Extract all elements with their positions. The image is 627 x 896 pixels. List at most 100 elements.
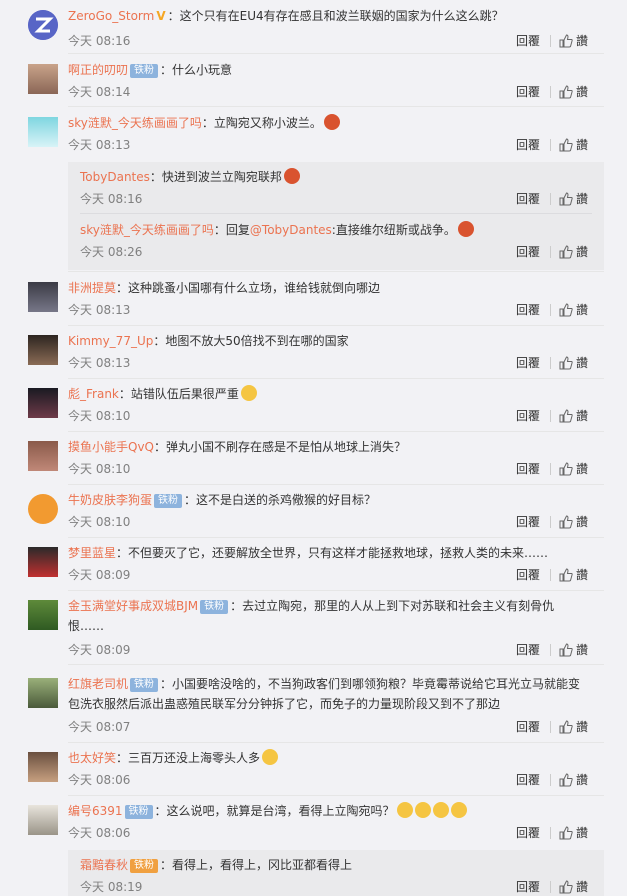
timestamp: 今天 08:06: [68, 826, 131, 840]
username[interactable]: 编号6391: [68, 804, 123, 818]
reply-button[interactable]: 回覆: [516, 460, 540, 477]
verified-icon: V: [156, 9, 166, 23]
reply-button[interactable]: 回覆: [516, 513, 540, 530]
avatar[interactable]: [28, 805, 58, 835]
username[interactable]: 非洲提莫: [68, 281, 116, 295]
like-button[interactable]: 讚: [559, 566, 588, 583]
username[interactable]: TobyDantes: [80, 170, 150, 184]
like-button[interactable]: 讚: [559, 136, 588, 153]
emoji-icon: [396, 802, 413, 818]
comment-actions: 回覆 讚: [516, 824, 588, 841]
avatar[interactable]: [28, 388, 58, 418]
avatar[interactable]: [28, 494, 58, 524]
username[interactable]: 霜黯春秋: [80, 858, 128, 872]
avatar[interactable]: [28, 10, 58, 40]
like-button[interactable]: 讚: [559, 641, 588, 658]
username[interactable]: 梦里蓝星: [68, 546, 116, 560]
like-button[interactable]: 讚: [559, 771, 588, 788]
username[interactable]: 牛奶皮肤李狗蛋: [68, 493, 152, 507]
timestamp: 今天 08:10: [68, 515, 131, 529]
avatar[interactable]: [28, 678, 58, 708]
timestamp: 今天 08:07: [68, 720, 131, 734]
avatar[interactable]: [28, 752, 58, 782]
like-button[interactable]: 讚: [559, 83, 588, 100]
timestamp: 今天 08:16: [68, 34, 131, 48]
reply-item: 霜黯春秋 铁粉 ：看得上，看得上，冈比亚都看得上 今天 08:19 回覆 讚: [68, 855, 604, 895]
timestamp: 今天 08:09: [68, 568, 131, 582]
like-button[interactable]: 讚: [559, 878, 588, 895]
comment-text: ：三百万还没上海零头人多: [116, 751, 261, 765]
emoji-icon: [414, 802, 431, 818]
avatar[interactable]: [28, 282, 58, 312]
like-button[interactable]: 讚: [559, 718, 588, 735]
like-button[interactable]: 讚: [559, 243, 588, 260]
reply-button[interactable]: 回覆: [516, 824, 540, 841]
like-button[interactable]: 讚: [559, 513, 588, 530]
comment-actions: 回覆 讚: [516, 513, 588, 530]
reply-button[interactable]: 回覆: [516, 771, 540, 788]
like-button[interactable]: 讚: [559, 190, 588, 207]
reply-button[interactable]: 回覆: [516, 83, 540, 100]
username[interactable]: 摸鱼小能手QvQ: [68, 440, 154, 454]
reply-button[interactable]: 回覆: [516, 878, 540, 895]
username[interactable]: Kimmy_77_Up: [68, 334, 153, 348]
comment-item: 红旗老司机 铁粉 ：小国要啥没啥的，不当狗政客们到哪领狗粮？毕竟霉蒂说给它耳光立马就…: [16, 674, 604, 740]
comment-panel: ZeroGo_Storm V ：这个只有在EU4有存在感且和波兰联姻的国家为什么这么…: [16, 0, 604, 896]
avatar[interactable]: [28, 64, 58, 94]
reply-button[interactable]: 回覆: [516, 136, 540, 153]
like-button[interactable]: 讚: [559, 460, 588, 477]
comment-text: ：这种跳蚤小国哪有什么立场，谁给钱就倒向哪边: [116, 281, 381, 295]
thumbs-up-icon: [559, 719, 573, 733]
username[interactable]: 啊正的叨叨: [68, 63, 128, 77]
timestamp: 今天 08:10: [68, 462, 131, 476]
comment-text-continued: 恨……: [68, 619, 105, 633]
reply-item: sky涟默_今天练画画了吗：回复@TobyDantes:直接维尔纽斯或战争。 今…: [80, 221, 588, 260]
username[interactable]: 红旗老司机: [68, 677, 128, 691]
avatar[interactable]: [28, 117, 58, 147]
avatar[interactable]: [28, 441, 58, 471]
reply-button[interactable]: 回覆: [516, 190, 540, 207]
comment-text: ：这个只有在EU4有存在感且和波兰联姻的国家为什么这么跳？: [167, 9, 504, 23]
reply-button[interactable]: 回覆: [516, 301, 540, 318]
like-button[interactable]: 讚: [559, 354, 588, 371]
fan-badge: 铁粉: [130, 678, 159, 692]
like-button[interactable]: 讚: [559, 301, 588, 318]
username[interactable]: 彪_Frank: [68, 387, 119, 401]
reply-button[interactable]: 回覆: [516, 354, 540, 371]
comment-actions: 回覆 讚: [516, 354, 588, 371]
username[interactable]: sky涟默_今天练画画了吗: [68, 116, 202, 130]
comment-item: sky涟默_今天练画画了吗：立陶宛又称小波兰。 今天 08:13 回覆 讚: [16, 113, 604, 159]
reply-button[interactable]: 回覆: [516, 32, 540, 49]
comment-actions: 回覆 讚: [516, 460, 588, 477]
comment-item: 金玉满堂好事成双城BJM 铁粉 ：去过立陶宛，那里的人从上到下对苏联和社会主义有刻骨…: [16, 596, 604, 662]
comment-actions: 回覆 讚: [516, 301, 588, 318]
thumbs-up-icon: [559, 302, 573, 316]
emoji-icon: [323, 114, 340, 130]
avatar[interactable]: [28, 335, 58, 365]
username[interactable]: sky涟默_今天练画画了吗: [80, 223, 214, 237]
comment-actions: 回覆 讚: [516, 136, 588, 153]
timestamp: 今天 08:19: [80, 880, 143, 894]
reply-button[interactable]: 回覆: [516, 243, 540, 260]
comment-item: 摸鱼小能手QvQ：弹丸小国不刷存在感是不是怕从地球上消失？ 今天 08:10 回…: [16, 437, 604, 483]
like-button[interactable]: 讚: [559, 407, 588, 424]
reply-button[interactable]: 回覆: [516, 566, 540, 583]
reply-actions: 回覆 讚: [516, 878, 588, 895]
like-button[interactable]: 讚: [559, 32, 588, 49]
reply-button[interactable]: 回覆: [516, 718, 540, 735]
mention-link[interactable]: @TobyDantes: [250, 223, 332, 237]
username[interactable]: 金玉满堂好事成双城BJM: [68, 599, 198, 613]
emoji-icon: [262, 749, 279, 765]
reply-button[interactable]: 回覆: [516, 407, 540, 424]
thumbs-up-icon: [559, 642, 573, 656]
comment-item: ZeroGo_Storm V ：这个只有在EU4有存在感且和波兰联姻的国家为什么这么…: [16, 6, 604, 52]
fan-badge: 铁粉: [130, 859, 159, 873]
username[interactable]: ZeroGo_Storm: [68, 9, 154, 23]
reply-button[interactable]: 回覆: [516, 641, 540, 658]
avatar[interactable]: [28, 547, 58, 577]
username[interactable]: 也太好笑: [68, 751, 116, 765]
avatar[interactable]: [28, 600, 58, 630]
comment-item: Kimmy_77_Up：地图不放大50倍找不到在哪的国家 今天 08:13 回覆…: [16, 331, 604, 377]
emoji-icon: [457, 221, 474, 237]
like-button[interactable]: 讚: [559, 824, 588, 841]
